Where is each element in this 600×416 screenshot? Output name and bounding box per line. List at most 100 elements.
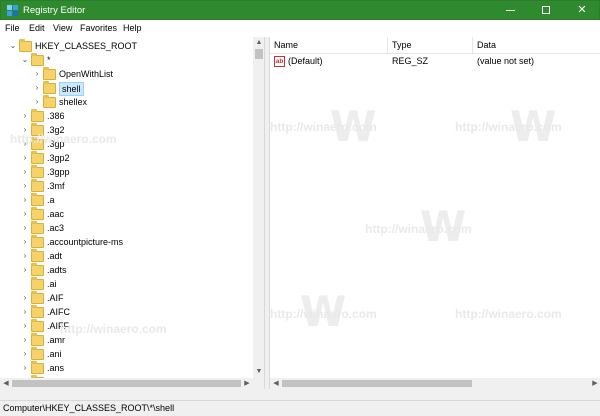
chevron-right-icon[interactable]: ›	[21, 112, 29, 120]
folder-icon	[31, 277, 44, 290]
tree-item-label: .adts	[47, 265, 67, 275]
chevron-down-icon[interactable]: ⌄	[21, 56, 29, 64]
folder-icon	[31, 319, 44, 332]
tree-vertical-scrollbar[interactable]: ▲ ▼	[253, 37, 264, 378]
tree-item-label: .accountpicture-ms	[47, 237, 124, 247]
chevron-right-icon[interactable]: ›	[21, 168, 29, 176]
menu-bar: File Edit View Favorites Help	[0, 20, 600, 37]
scroll-right-icon[interactable]: ▶	[589, 378, 600, 389]
tree-item-label: .3gp	[47, 139, 65, 149]
minimize-icon	[505, 9, 515, 11]
watermark-text: http://winaero.com	[270, 307, 377, 321]
chevron-right-icon[interactable]: ›	[21, 266, 29, 274]
chevron-right-icon[interactable]: ›	[21, 196, 29, 204]
chevron-right-icon[interactable]: ›	[21, 336, 29, 344]
tree-item-label: .ans	[47, 363, 65, 373]
scroll-down-icon[interactable]: ▼	[253, 366, 264, 378]
chevron-right-icon[interactable]: ›	[21, 322, 29, 330]
column-data[interactable]: Data	[473, 37, 600, 54]
chevron-right-icon[interactable]: ›	[21, 294, 29, 302]
value-row[interactable]: ab (Default) REG_SZ (value not set)	[270, 55, 600, 70]
tree-item-label: .3mf	[47, 181, 65, 191]
close-button[interactable]: ✕	[564, 1, 600, 20]
menu-view[interactable]: View	[53, 23, 72, 33]
tree-item-label: HKEY_CLASSES_ROOT	[35, 41, 138, 51]
tree-item-label: .adt	[47, 251, 63, 261]
chevron-right-icon[interactable]: ›	[21, 126, 29, 134]
tree-item-label: .3gpp	[47, 167, 70, 177]
menu-file[interactable]: File	[5, 23, 20, 33]
values-pane[interactable]: Name Type Data ab (Default) REG_SZ (valu…	[269, 37, 600, 389]
tree-item-label: .a	[47, 195, 55, 205]
chevron-right-icon[interactable]: ›	[21, 364, 29, 372]
folder-icon	[43, 95, 56, 108]
tree-item-label: .3g2	[47, 125, 65, 135]
chevron-right-icon[interactable]: ›	[21, 210, 29, 218]
watermark-text: http://winaero.com	[365, 222, 472, 236]
close-icon: ✕	[577, 4, 587, 16]
tree-item-label: .3gp2	[47, 153, 70, 163]
chevron-right-icon[interactable]: ›	[21, 154, 29, 162]
scrollbar-thumb[interactable]	[282, 380, 472, 387]
folder-icon	[31, 291, 44, 304]
chevron-down-icon[interactable]: ⌄	[9, 42, 17, 50]
value-type: REG_SZ	[392, 56, 429, 66]
folder-icon	[31, 221, 44, 234]
column-type[interactable]: Type	[388, 37, 473, 54]
menu-help[interactable]: Help	[123, 23, 142, 33]
key-tree-pane[interactable]: ⌄ HKEY_CLASSES_ROOT ⌄ * › OpenWithList › shell ›…	[0, 37, 265, 389]
folder-icon	[43, 67, 56, 80]
chevron-right-icon[interactable]: ›	[21, 140, 29, 148]
folder-icon	[31, 333, 44, 346]
scroll-left-icon[interactable]: ◀	[0, 378, 12, 389]
scroll-left-icon[interactable]: ◀	[270, 378, 282, 389]
chevron-right-icon[interactable]: ›	[21, 238, 29, 246]
tree-item-label: OpenWithList	[59, 69, 114, 79]
scrollbar-corner	[253, 378, 264, 389]
tree-item-label: shellex	[59, 97, 88, 107]
tree-item-label: .AIFC	[47, 307, 71, 317]
registry-editor-icon	[7, 5, 18, 16]
tree-item-label: .aac	[47, 209, 65, 219]
folder-icon	[31, 165, 44, 178]
maximize-button[interactable]	[528, 1, 564, 20]
scrollbar-thumb[interactable]	[12, 380, 241, 387]
chevron-right-icon[interactable]: ›	[21, 224, 29, 232]
tree-horizontal-scrollbar[interactable]: ◀ ▶	[0, 378, 253, 389]
menu-favorites[interactable]: Favorites	[80, 23, 117, 33]
folder-icon	[31, 235, 44, 248]
status-spacer	[0, 389, 600, 400]
folder-icon	[31, 109, 44, 122]
menu-edit[interactable]: Edit	[29, 23, 45, 33]
tree-item-label: .386	[47, 111, 65, 121]
folder-icon	[19, 39, 32, 52]
minimize-button[interactable]	[492, 1, 528, 20]
chevron-right-icon[interactable]: ›	[33, 70, 41, 78]
tree-item-label: .amr	[47, 335, 65, 345]
chevron-right-icon[interactable]: ›	[21, 308, 29, 316]
tree-item-label: .ai	[47, 279, 57, 289]
folder-icon	[31, 361, 44, 374]
folder-icon	[31, 263, 44, 276]
folder-icon	[31, 207, 44, 220]
current-key-path: Computer\HKEY_CLASSES_ROOT\*\shell	[3, 403, 175, 413]
scroll-right-icon[interactable]: ▶	[241, 378, 253, 389]
tree-item-label: *	[47, 55, 51, 65]
watermark-logo: W	[300, 287, 347, 336]
values-horizontal-scrollbar[interactable]: ◀ ▶	[270, 378, 600, 389]
window-title: Registry Editor	[23, 5, 86, 16]
chevron-right-icon[interactable]: ›	[21, 182, 29, 190]
value-data: (value not set)	[477, 56, 535, 66]
chevron-right-icon[interactable]: ›	[21, 252, 29, 260]
scroll-up-icon[interactable]: ▲	[253, 37, 264, 49]
watermark-text: http://winaero.com	[455, 307, 562, 321]
chevron-right-icon[interactable]: ›	[33, 98, 41, 106]
column-name[interactable]: Name	[270, 37, 388, 54]
chevron-right-icon[interactable]: ›	[21, 350, 29, 358]
chevron-right-icon[interactable]: ›	[33, 84, 41, 92]
values-header: Name Type Data	[270, 37, 600, 54]
folder-icon	[31, 179, 44, 192]
scrollbar-thumb[interactable]	[255, 49, 263, 59]
watermark-logo: W	[330, 102, 377, 151]
folder-icon	[43, 81, 56, 94]
